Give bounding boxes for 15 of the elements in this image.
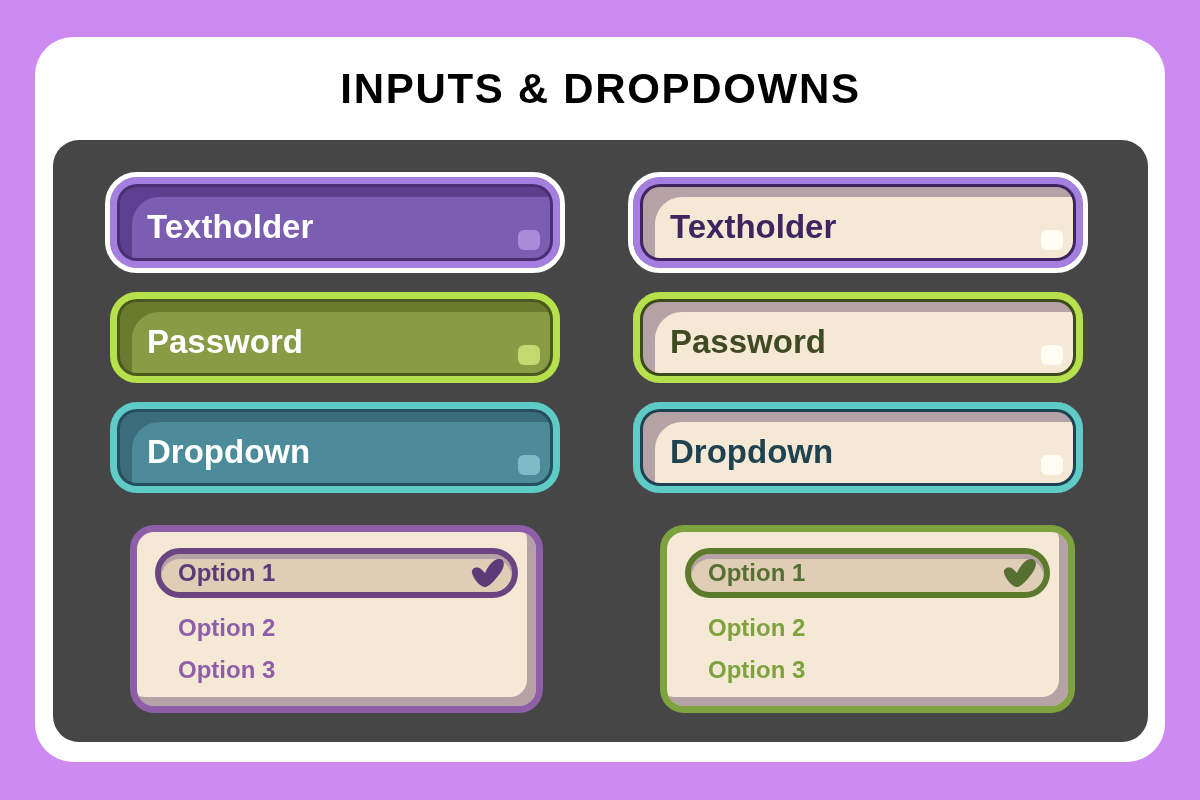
input-field[interactable]: Dropdown	[110, 402, 560, 493]
input-field[interactable]: Textholder	[105, 172, 565, 273]
check-icon	[471, 558, 505, 588]
dropdown-option[interactable]: Option 3	[685, 649, 1050, 691]
dropdown-option[interactable]: Option 2	[155, 607, 518, 649]
dropdown-option[interactable]: Option 2	[685, 607, 1050, 649]
page-title: INPUTS & DROPDOWNS	[340, 67, 861, 110]
input-field[interactable]: Textholder	[628, 172, 1088, 273]
check-icon	[1003, 558, 1037, 588]
input-field[interactable]: Dropdown	[633, 402, 1083, 493]
dropdown-option[interactable]: Option 3	[155, 649, 518, 691]
input-field[interactable]: Password	[633, 292, 1083, 383]
input-field[interactable]: Password	[110, 292, 560, 383]
dropdown-option[interactable]: Option 1	[685, 548, 1050, 598]
dropdown-option[interactable]: Option 1	[155, 548, 518, 598]
